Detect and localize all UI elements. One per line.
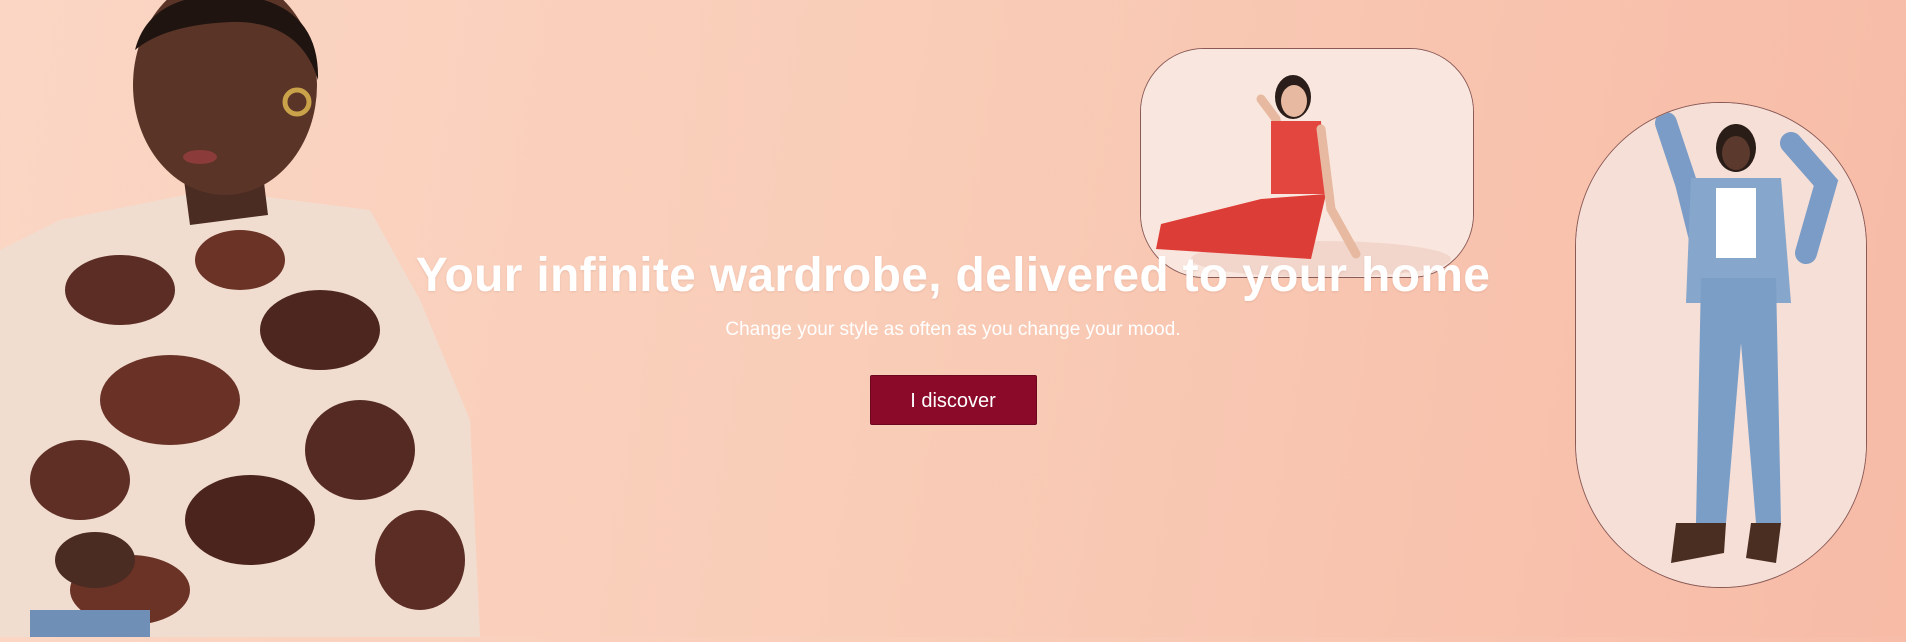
discover-button[interactable]: I discover [869,375,1037,425]
hero-banner: Your infinite wardrobe, delivered to you… [0,0,1906,637]
red-outfit-model-illustration [1141,49,1473,277]
hero-subheadline: Change your style as often as you change… [725,319,1181,340]
hero-headline: Your infinite wardrobe, delivered to you… [415,249,1491,302]
hero-copy: Your infinite wardrobe, delivered to you… [0,248,1906,425]
top-framed-photo [1140,48,1474,278]
